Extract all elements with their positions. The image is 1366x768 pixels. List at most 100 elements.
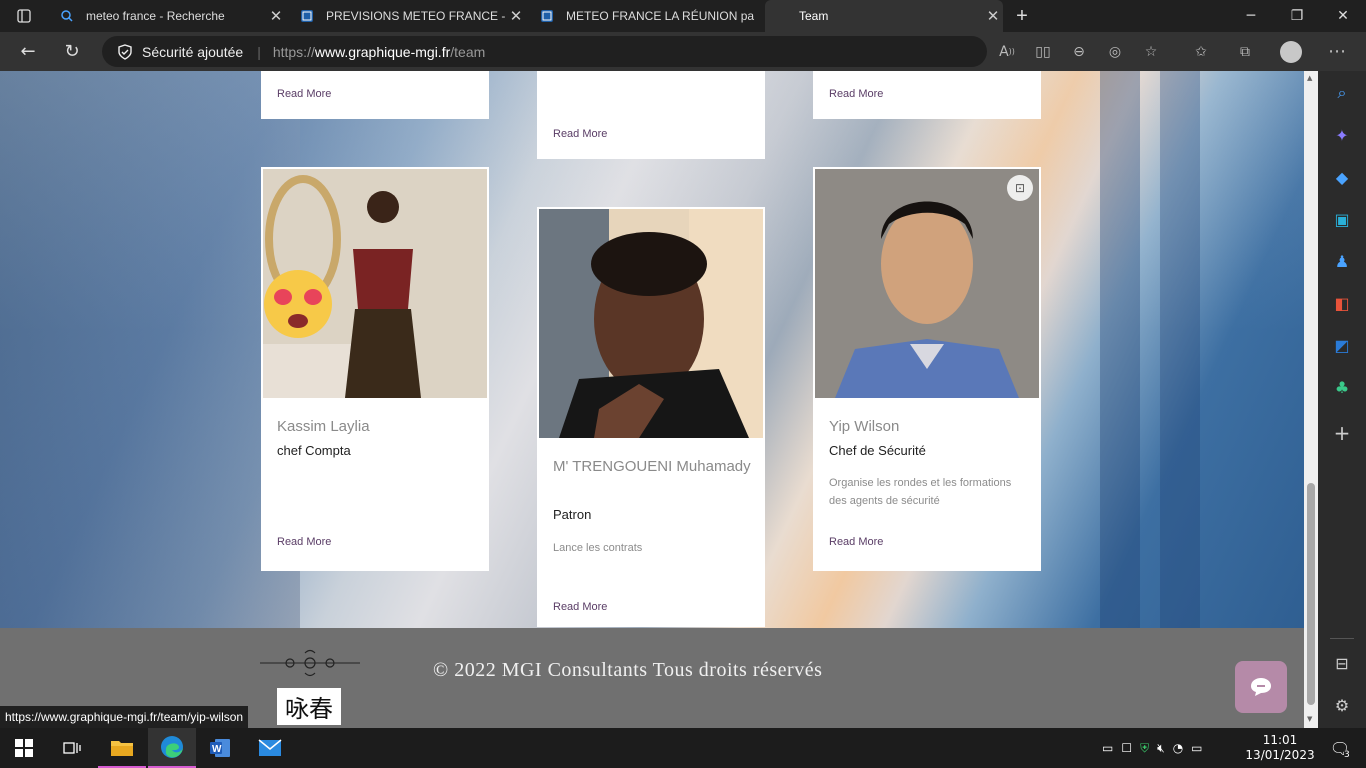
clock-time: 11:01 bbox=[1262, 733, 1298, 747]
address-bar: ← ↻ Sécurité ajoutée | https:// www.grap… bbox=[0, 32, 1366, 71]
url-field[interactable]: Sécurité ajoutée | https:// www.graphiqu… bbox=[102, 36, 987, 67]
member-description: Lance les contrats bbox=[553, 542, 643, 554]
defender-icon[interactable]: ⛨ bbox=[1140, 741, 1149, 756]
tab-actions-icon[interactable] bbox=[8, 0, 40, 32]
page-icon bbox=[301, 10, 313, 22]
member-name: Kassim Laylia bbox=[277, 418, 370, 435]
immersive-reader-icon[interactable]: ▯▯ bbox=[1026, 32, 1060, 71]
close-icon[interactable]: ✕ bbox=[266, 7, 286, 25]
sidebar-toggle-icon[interactable]: ⊟ bbox=[1330, 651, 1354, 675]
status-url: https://www.graphique-mgi.fr/team/yip-wi… bbox=[0, 706, 249, 728]
copyright-text: © 2022 MGI Consultants Tous droits réser… bbox=[433, 659, 823, 681]
ornament-icon bbox=[260, 649, 360, 677]
new-tab-button[interactable]: + bbox=[1008, 0, 1036, 32]
notification-center-icon[interactable]: 🗨︎ 3 bbox=[1322, 728, 1358, 768]
team-card-partial: Read More bbox=[813, 71, 1041, 119]
read-more-link[interactable]: Read More bbox=[553, 128, 607, 140]
member-photo[interactable] bbox=[263, 169, 487, 398]
more-menu-icon[interactable]: ⋯ bbox=[1320, 32, 1354, 71]
file-explorer-icon[interactable] bbox=[98, 728, 146, 768]
shopping-icon[interactable]: ◆ bbox=[1330, 165, 1354, 189]
team-card-yip-wilson: ⊡ Yip Wilson Chef de Sécurité Organise l… bbox=[813, 167, 1041, 571]
member-photo[interactable] bbox=[539, 209, 763, 438]
office-icon[interactable]: ◧ bbox=[1330, 291, 1354, 315]
team-card-kassim-laylia: Kassim Laylia chef Compta Read More bbox=[261, 167, 489, 571]
minimize-icon[interactable]: ─ bbox=[1228, 0, 1274, 32]
read-more-link[interactable]: Read More bbox=[277, 536, 331, 548]
meet-now-icon[interactable]: ▭ bbox=[1102, 741, 1113, 755]
volume-muted-icon[interactable]: 🔇︎ bbox=[1157, 741, 1165, 756]
page-scrollbar[interactable]: ▲ ▼ bbox=[1304, 71, 1318, 728]
collections-icon[interactable]: ⧉ bbox=[1228, 32, 1262, 71]
restore-icon[interactable]: ❐ bbox=[1274, 0, 1320, 32]
url-prefix: https:// bbox=[272, 43, 315, 60]
onedrive-icon[interactable]: ☐ bbox=[1121, 741, 1132, 755]
notification-count: 3 bbox=[1344, 750, 1350, 760]
tab-title: METEO FRANCE LA RÉUNION pa bbox=[566, 9, 755, 23]
zoom-out-icon[interactable]: ⊖ bbox=[1062, 32, 1096, 71]
outlook-icon[interactable]: ◩ bbox=[1330, 333, 1354, 357]
search-icon[interactable]: ⌕ bbox=[1330, 81, 1354, 105]
chat-button[interactable] bbox=[1235, 661, 1287, 713]
read-aloud-icon[interactable]: A)) bbox=[990, 32, 1024, 71]
svg-text:W: W bbox=[212, 744, 222, 755]
mail-icon[interactable] bbox=[246, 728, 294, 768]
system-tray: ▭ ☐ ⛨ 🔇︎ ◔ ▭ bbox=[1102, 728, 1203, 768]
tab-title: meteo france - Recherche bbox=[86, 9, 225, 23]
read-more-link[interactable]: Read More bbox=[829, 88, 883, 100]
member-role: chef Compta bbox=[277, 443, 351, 458]
read-more-link[interactable]: Read More bbox=[553, 601, 607, 613]
search-icon bbox=[61, 10, 73, 22]
member-photo[interactable]: ⊡ bbox=[815, 169, 1039, 398]
read-more-link[interactable]: Read More bbox=[829, 536, 883, 548]
close-icon[interactable]: ✕ bbox=[506, 7, 526, 25]
edge-icon[interactable] bbox=[148, 728, 196, 768]
visual-search-icon[interactable]: ⊡ bbox=[1007, 175, 1033, 201]
clock-date: 13/01/2023 bbox=[1245, 748, 1315, 762]
add-favorite-icon[interactable]: ☆ bbox=[1134, 32, 1168, 71]
battery-icon[interactable]: ▭ bbox=[1191, 741, 1202, 755]
close-icon[interactable]: ✕ bbox=[983, 7, 1003, 25]
tab-meteo-recherche[interactable]: meteo france - Recherche ✕ bbox=[48, 0, 286, 32]
back-icon[interactable]: ← bbox=[8, 32, 48, 71]
scroll-down-icon[interactable]: ▼ bbox=[1307, 715, 1312, 723]
tab-title: PREVISIONS METEO FRANCE - Si bbox=[326, 9, 506, 23]
window-close-icon[interactable]: ✕ bbox=[1320, 0, 1366, 32]
tab-team[interactable]: Team ✕ bbox=[765, 0, 1003, 32]
member-name: Yip Wilson bbox=[829, 418, 900, 435]
settings-icon[interactable]: ⚙ bbox=[1330, 693, 1354, 717]
url-domain: www.graphique-mgi.fr bbox=[314, 43, 451, 60]
profile-avatar[interactable] bbox=[1274, 32, 1308, 71]
team-card-muhamady: M' TRENGOUENI Muhamady Patron Lance les … bbox=[537, 207, 765, 627]
copilot-icon[interactable]: ✦ bbox=[1330, 123, 1354, 147]
add-icon[interactable]: + bbox=[1330, 421, 1354, 445]
clock[interactable]: 11:01 13/01/2023 bbox=[1245, 728, 1314, 768]
member-name: M' TRENGOUENI Muhamady bbox=[553, 458, 751, 475]
scroll-up-icon[interactable]: ▲ bbox=[1307, 74, 1312, 82]
refresh-icon[interactable]: ↻ bbox=[52, 32, 92, 71]
member-role: Chef de Sécurité bbox=[829, 443, 926, 458]
team-card-partial: Read More bbox=[537, 71, 765, 159]
tools-icon[interactable]: ▣ bbox=[1330, 207, 1354, 231]
tab-meteo-reunion[interactable]: METEO FRANCE LA RÉUNION pa bbox=[528, 0, 764, 32]
url-path: /team bbox=[450, 43, 486, 60]
scroll-thumb[interactable] bbox=[1307, 483, 1315, 705]
word-icon[interactable]: W bbox=[196, 728, 244, 768]
games-icon[interactable]: ♟ bbox=[1330, 249, 1354, 273]
shield-icon bbox=[118, 43, 132, 60]
read-more-link[interactable]: Read More bbox=[277, 88, 331, 100]
security-label: Sécurité ajoutée bbox=[142, 43, 244, 60]
member-description: Organise les rondes et les formations de… bbox=[829, 477, 1012, 507]
tracking-prevention-icon[interactable]: ◎ bbox=[1098, 32, 1132, 71]
drop-icon[interactable]: ♣ bbox=[1330, 375, 1354, 399]
tab-previsions[interactable]: PREVISIONS METEO FRANCE - Si ✕ bbox=[288, 0, 526, 32]
wifi-icon[interactable]: ◔ bbox=[1173, 741, 1183, 755]
page-icon bbox=[541, 10, 553, 22]
tab-bar: meteo france - Recherche ✕ PREVISIONS ME… bbox=[0, 0, 1366, 32]
tab-title: Team bbox=[799, 9, 829, 23]
chat-icon bbox=[1251, 678, 1271, 696]
footer-logo: 咏春 bbox=[277, 688, 341, 725]
favorites-icon[interactable]: ✩ bbox=[1184, 32, 1218, 71]
task-view-icon[interactable] bbox=[48, 728, 96, 768]
windows-start-icon[interactable] bbox=[0, 728, 48, 768]
